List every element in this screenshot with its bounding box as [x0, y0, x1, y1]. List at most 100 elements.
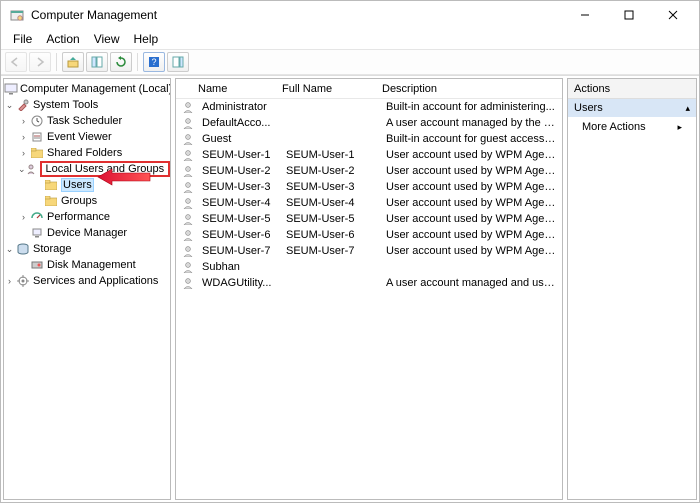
cell-name: Subhan [196, 261, 280, 273]
tree-users[interactable]: Users [4, 177, 170, 193]
cell-name: SEUM-User-5 [196, 213, 280, 225]
menubar: File Action View Help [1, 29, 699, 49]
list-row[interactable]: DefaultAcco...A user account managed by … [176, 115, 562, 131]
list-row[interactable]: Subhan [176, 259, 562, 275]
toolbar-show-hide-button[interactable] [86, 52, 108, 72]
user-icon [180, 164, 196, 178]
toolbar-separator [137, 53, 138, 71]
tree-root[interactable]: Computer Management (Local) [4, 81, 170, 97]
cell-description: User account used by WPM Agen... [380, 245, 562, 257]
actions-section-label: Users [574, 102, 603, 114]
user-icon [180, 180, 196, 194]
collapse-icon[interactable]: ⌄ [4, 100, 15, 111]
actions-section-users[interactable]: Users ▴ [568, 99, 696, 117]
user-icon [180, 244, 196, 258]
actions-more[interactable]: More Actions ▸ [568, 117, 696, 137]
tree-disk-management[interactable]: Disk Management [4, 257, 170, 273]
tree-task-scheduler[interactable]: › Task Scheduler [4, 113, 170, 129]
expand-icon[interactable]: › [18, 212, 29, 223]
column-description[interactable]: Description [376, 83, 562, 95]
shared-folder-icon [29, 146, 45, 160]
cell-name: SEUM-User-7 [196, 245, 280, 257]
user-icon [180, 228, 196, 242]
menu-help[interactable]: Help [128, 31, 165, 47]
list-row[interactable]: SEUM-User-7SEUM-User-7User account used … [176, 243, 562, 259]
list-row[interactable]: WDAGUtility... A user account managed and… [176, 275, 562, 291]
toolbar: ? [1, 49, 699, 75]
tree-services-apps[interactable]: › Services and Applications [4, 273, 170, 289]
cell-description: User account used by WPM Agen... [380, 181, 562, 193]
cell-description: A user account managed by the s... [380, 117, 562, 129]
cell-description: User account used by WPM Agen... [380, 165, 562, 177]
expand-icon[interactable]: › [18, 132, 29, 143]
collapse-icon[interactable]: ⌄ [18, 164, 26, 175]
user-icon [180, 148, 196, 162]
column-name[interactable]: Name [176, 83, 276, 95]
user-icon [180, 100, 196, 114]
menu-view[interactable]: View [88, 31, 126, 47]
cell-fullname: SEUM-User-1 [280, 149, 380, 161]
toolbar-refresh-button[interactable] [110, 52, 132, 72]
list-row[interactable]: SEUM-User-6SEUM-User-6User account used … [176, 227, 562, 243]
toolbar-forward-button[interactable] [29, 52, 51, 72]
tree-local-users-groups[interactable]: ⌄ Local Users and Groups [4, 161, 170, 177]
tree-shared-folders[interactable]: › Shared Folders [4, 145, 170, 161]
menu-file[interactable]: File [7, 31, 38, 47]
list-header: Name Full Name Description [176, 79, 562, 99]
list-row[interactable]: SEUM-User-3SEUM-User-3User account used … [176, 179, 562, 195]
cell-fullname: SEUM-User-7 [280, 245, 380, 257]
toolbar-action-pane-button[interactable] [167, 52, 189, 72]
cell-description: User account used by WPM Agen... [380, 213, 562, 225]
folder-icon [43, 178, 59, 192]
tree-groups[interactable]: Groups [4, 193, 170, 209]
close-button[interactable] [651, 1, 695, 29]
computer-icon [4, 82, 18, 96]
tree-pane[interactable]: Computer Management (Local) ⌄ System Too… [3, 78, 171, 500]
cell-description: User account used by WPM Agen... [380, 149, 562, 161]
list-row[interactable]: SEUM-User-5SEUM-User-5User account used … [176, 211, 562, 227]
cell-name: WDAGUtility... [196, 277, 280, 289]
cell-description: User account used by WPM Agen... [380, 229, 562, 241]
list-row[interactable]: SEUM-User-2SEUM-User-2User account used … [176, 163, 562, 179]
expand-icon[interactable]: › [18, 116, 29, 127]
list-row[interactable]: AdministratorBuilt-in account for admini… [176, 99, 562, 115]
tree-system-tools[interactable]: ⌄ System Tools [4, 97, 170, 113]
minimize-button[interactable] [563, 1, 607, 29]
cell-fullname: SEUM-User-2 [280, 165, 380, 177]
tree-performance[interactable]: › Performance [4, 209, 170, 225]
list-pane[interactable]: Name Full Name Description Administrator… [175, 78, 563, 500]
cell-name: SEUM-User-4 [196, 197, 280, 209]
toolbar-back-button[interactable] [5, 52, 27, 72]
svg-text:?: ? [151, 57, 156, 67]
tree-device-manager[interactable]: Device Manager [4, 225, 170, 241]
device-icon [29, 226, 45, 240]
menu-action[interactable]: Action [40, 31, 85, 47]
user-icon [180, 116, 196, 130]
toolbar-separator [56, 53, 57, 71]
cell-fullname: SEUM-User-6 [280, 229, 380, 241]
list-row[interactable]: GuestBuilt-in account for guest access t… [176, 131, 562, 147]
services-icon [15, 274, 31, 288]
user-icon [180, 276, 196, 290]
toolbar-help-button[interactable]: ? [143, 52, 165, 72]
list-row[interactable]: SEUM-User-4SEUM-User-4User account used … [176, 195, 562, 211]
cell-description: A user account managed and use... [380, 277, 562, 289]
list-body: AdministratorBuilt-in account for admini… [176, 99, 562, 291]
column-fullname[interactable]: Full Name [276, 83, 376, 95]
expand-icon[interactable]: › [18, 148, 29, 159]
collapse-icon[interactable]: ⌄ [4, 244, 15, 255]
list-row[interactable]: SEUM-User-1SEUM-User-1User account used … [176, 147, 562, 163]
maximize-button[interactable] [607, 1, 651, 29]
toolbar-up-button[interactable] [62, 52, 84, 72]
actions-header: Actions [568, 79, 696, 99]
expand-icon[interactable]: › [4, 276, 15, 287]
folder-icon [43, 194, 59, 208]
clock-icon [29, 114, 45, 128]
tree-event-viewer[interactable]: › Event Viewer [4, 129, 170, 145]
actions-pane: Actions Users ▴ More Actions ▸ [567, 78, 697, 500]
tree-storage[interactable]: ⌄ Storage [4, 241, 170, 257]
cell-fullname: SEUM-User-5 [280, 213, 380, 225]
chevron-right-icon: ▸ [677, 122, 682, 133]
titlebar: Computer Management [1, 1, 699, 29]
disk-icon [29, 258, 45, 272]
